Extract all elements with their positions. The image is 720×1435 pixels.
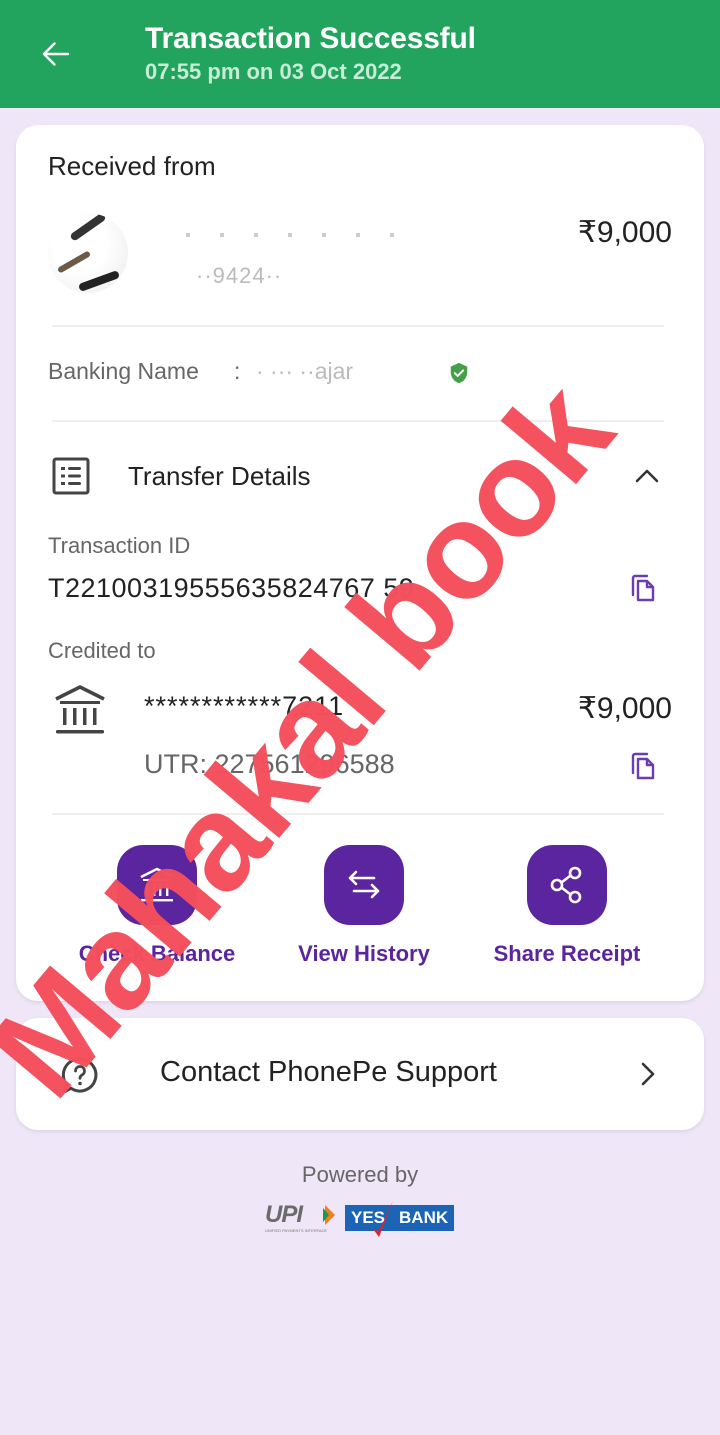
yes-bank-logo: YES BANK	[345, 1201, 455, 1237]
powered-by-label: Powered by	[301, 1162, 419, 1187]
yes-bank-tick-icon	[373, 1201, 393, 1237]
arrow-left-icon	[42, 42, 70, 66]
credited-to-label: Credited to	[48, 638, 156, 663]
banking-name-label: Banking Name	[48, 358, 199, 384]
upi-arrow-icon	[323, 1205, 335, 1225]
check-balance-button[interactable]: Check Balance	[72, 845, 242, 967]
upi-logo: UPI UNIFIED PAYMENTS INTERFACE	[265, 1203, 337, 1233]
banking-name-separator: :	[234, 358, 241, 384]
contact-support-button[interactable]: Contact PhonePe Support	[16, 1018, 704, 1130]
credited-amount: ₹9,000	[577, 692, 672, 725]
partner-logos: UPI UNIFIED PAYMENTS INTERFACE YES BANK	[265, 1201, 455, 1237]
transaction-card: Received from ··9424·· ₹9,000 Banking Na…	[16, 125, 704, 1001]
transfer-details-title[interactable]: Transfer Details	[128, 461, 311, 492]
list-details-icon	[52, 457, 90, 495]
sender-phone: ··9424··	[196, 263, 283, 288]
view-history-label: View History	[298, 941, 430, 966]
back-button[interactable]	[32, 30, 80, 78]
share-icon	[550, 866, 582, 904]
divider	[52, 420, 664, 422]
received-amount: ₹9,000	[577, 216, 672, 249]
transaction-id-value: T22100319555635824767 59	[48, 573, 415, 603]
contact-support-label: Contact PhonePe Support	[160, 1056, 497, 1088]
transaction-timestamp: 07:55 pm on 03 Oct 2022	[145, 59, 402, 84]
page-title: Transaction Successful	[145, 22, 476, 55]
swap-arrows-icon	[348, 870, 380, 899]
bank-icon	[140, 867, 174, 902]
transaction-id-label: Transaction ID	[48, 533, 191, 558]
banking-name-value: · ··· ··ajar	[256, 358, 354, 384]
bank-icon	[55, 685, 105, 734]
copy-icon[interactable]	[629, 751, 657, 781]
utr-number: UTR: 227561296588	[144, 749, 395, 779]
credited-account-number: ************7211	[144, 691, 345, 721]
share-receipt-label: Share Receipt	[493, 941, 641, 966]
share-receipt-button[interactable]: Share Receipt	[482, 845, 652, 967]
chevron-right-icon	[641, 1062, 655, 1086]
sender-name-redacted	[156, 233, 396, 237]
received-from-label: Received from	[48, 151, 216, 181]
verified-shield-icon	[450, 362, 468, 384]
view-history-button[interactable]: View History	[279, 845, 449, 967]
check-balance-label: Check Balance	[78, 941, 236, 966]
copy-icon[interactable]	[629, 573, 657, 603]
divider	[52, 325, 664, 327]
sender-avatar	[48, 213, 128, 293]
app-header: Transaction Successful 07:55 pm on 03 Oc…	[0, 0, 720, 108]
help-chat-icon	[61, 1057, 98, 1094]
chevron-up-icon[interactable]	[632, 461, 662, 491]
divider	[52, 813, 664, 815]
